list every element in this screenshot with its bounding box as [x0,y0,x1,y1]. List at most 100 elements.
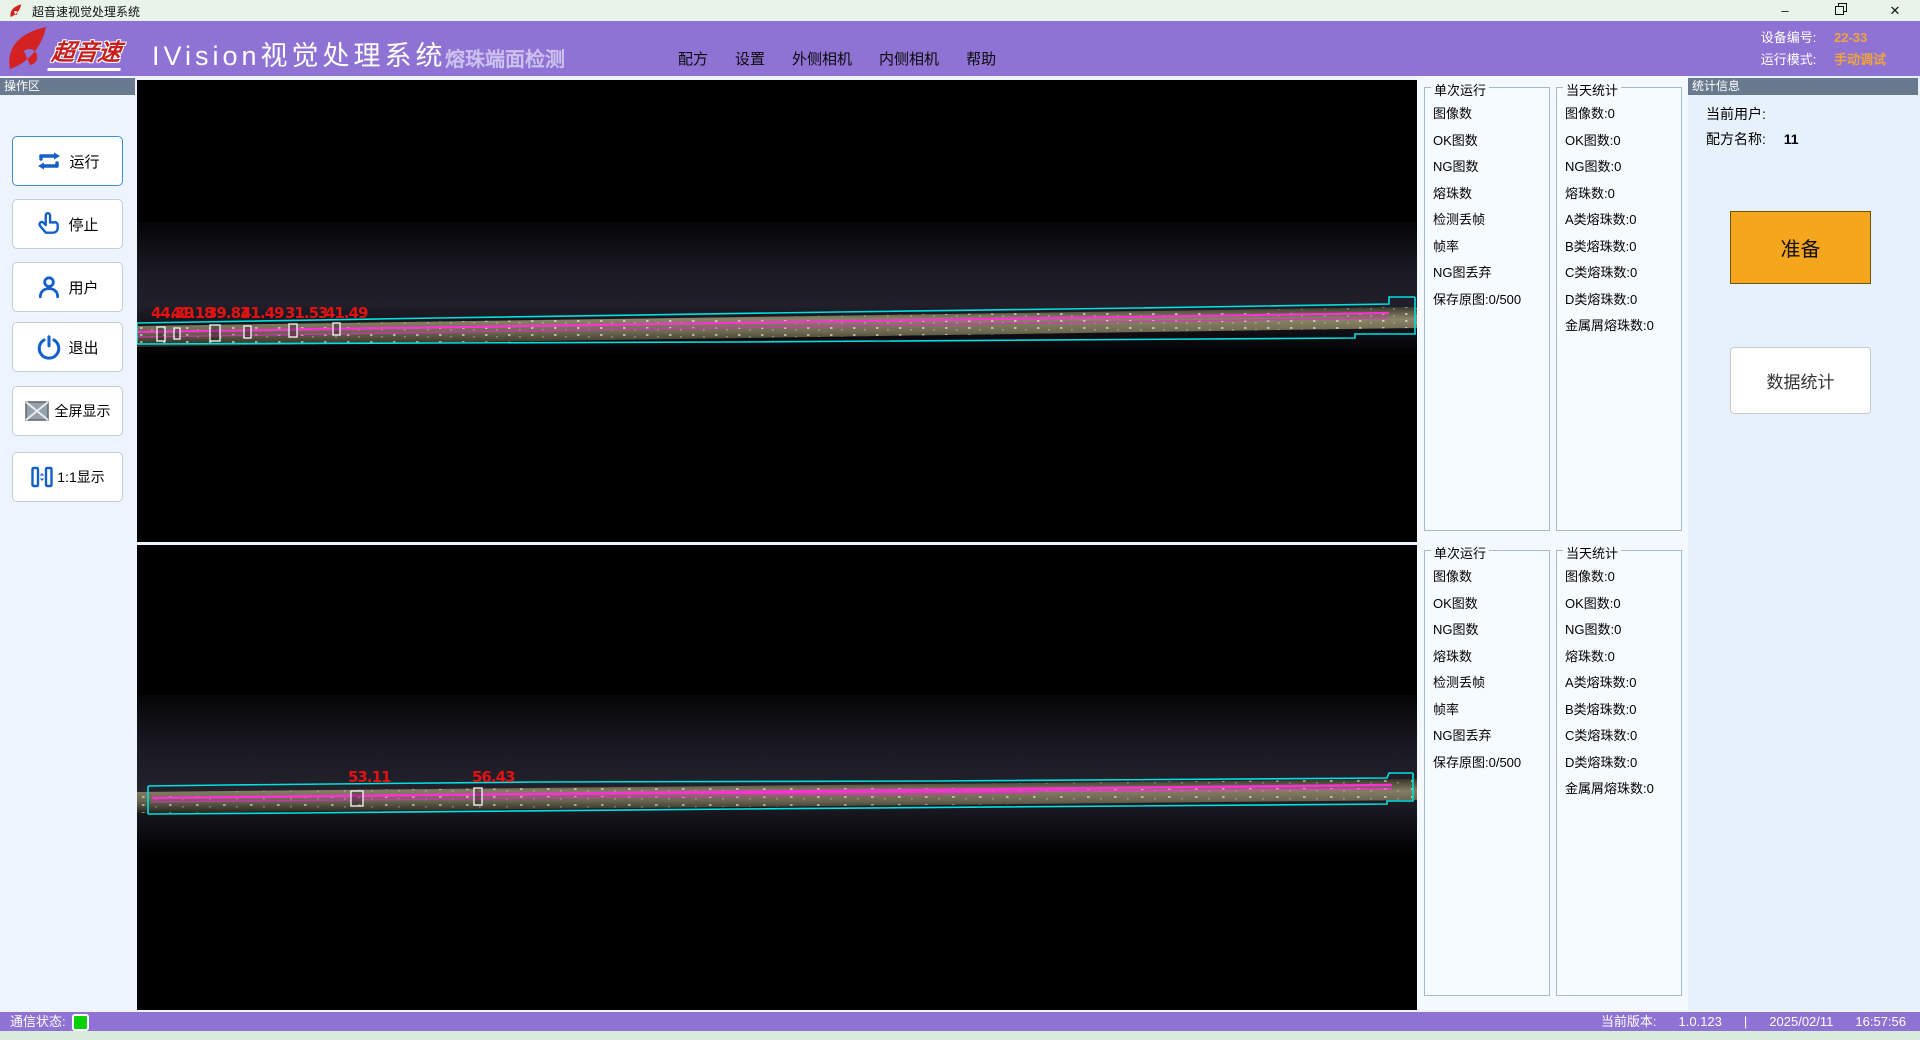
exit-button[interactable]: 退出 [12,322,123,372]
stat-row: 图像数:0 [1565,101,1679,128]
measurement-labels: 44.3941.1839.8341.4931.5341.49 [137,80,1417,542]
stat-row: A类熔珠数:0 [1565,670,1679,697]
one-to-one-icon [30,465,54,489]
device-id-value: 22-33 [1834,27,1906,49]
main-menu: 配方 设置 外侧相机 内侧相机 帮助 [678,48,1023,69]
menu-item[interactable]: 内侧相机 [879,48,939,69]
stat-row: NG图丢弃 [1433,260,1547,287]
groupbox-title: 当天统计 [1563,80,1621,99]
restore-button[interactable] [1824,0,1858,21]
stat-row: NG图数:0 [1565,154,1679,181]
version-label: 当前版本: [1601,1014,1657,1029]
menu-item[interactable]: 外侧相机 [792,48,852,69]
stat-row: 图像数 [1433,101,1547,128]
stat-row: 图像数 [1433,564,1547,591]
statistics-area: 单次运行 图像数OK图数NG图数熔珠数检测丢帧帧率NG图丢弃保存原图:0/500… [1417,76,1688,1010]
single-run-groupbox-top: 单次运行 图像数OK图数NG图数熔珠数检测丢帧帧率NG图丢弃保存原图:0/500 [1424,87,1550,531]
groupbox-title: 单次运行 [1431,543,1489,562]
status-date: 2025/02/11 [1769,1014,1833,1029]
stat-row: OK图数:0 [1565,128,1679,155]
stop-button[interactable]: 停止 [12,199,123,249]
header-bar: 超音速 IVision视觉处理系统 熔珠端面检测 配方设置外侧相机内侧相机帮助 … [0,21,1920,76]
stat-row: D类熔珠数:0 [1565,750,1679,777]
one-to-one-button[interactable]: 1:1显示 [12,452,123,502]
groupbox-title: 单次运行 [1431,80,1489,99]
bottom-strip [0,1031,1920,1040]
app-title: IVision视觉处理系统 [152,34,447,73]
stat-row: 金属屑熔珠数:0 [1565,776,1679,803]
stat-row: C类熔珠数:0 [1565,260,1679,287]
stat-row: 熔珠数:0 [1565,181,1679,208]
stat-row: 检测丢帧 [1433,207,1547,234]
sidebar-caption: 操作区 [0,78,135,95]
data-statistics-button[interactable]: 数据统计 [1730,347,1871,414]
inner-camera-view: 53.11 56.43 [137,545,1417,1010]
comm-status-label: 通信状态: [10,1012,66,1031]
measurement-value: 53.11 [348,768,390,786]
brand-swoosh-icon [4,25,52,73]
stat-row: NG图数 [1433,617,1547,644]
user-icon [36,274,62,300]
measurement-value: 41.49 [241,304,283,322]
status-bar: 通信状态: 当前版本: 1.0.123 | 2025/02/11 16:57:56 [0,1012,1920,1031]
stop-button-label: 停止 [68,214,98,235]
header-device-info: 设备编号: 22-33 运行模式: 手动调试 [1761,27,1906,71]
title-bar: 超音速视觉处理系统 – ✕ [0,0,1920,21]
fullscreen-button[interactable]: 全屏显示 [12,386,123,436]
brand-logo-text: 超音速 [47,33,125,71]
app-logo-icon [8,3,24,19]
minimize-button[interactable]: – [1768,0,1802,21]
stat-row: 保存原图:0/500 [1433,287,1547,314]
measurement-value: 56.43 [472,768,514,786]
recipe-label: 配方名称: [1706,131,1766,147]
menu-item[interactable]: 设置 [735,48,765,69]
stat-row: 帧率 [1433,234,1547,261]
version-value: 1.0.123 [1679,1014,1722,1029]
daily-groupbox-top: 当天统计 图像数:0OK图数:0NG图数:0熔珠数:0A类熔珠数:0B类熔珠数:… [1556,87,1682,531]
groupbox-title: 当天统计 [1563,543,1621,562]
stat-row: NG图数 [1433,154,1547,181]
close-button[interactable]: ✕ [1878,0,1912,21]
measurement-value: 41.49 [325,304,367,322]
app-window: 超音速视觉处理系统 – ✕ 超音速 IVision视觉处理系统 熔珠端面检测 配… [0,0,1920,1040]
stat-row: A类熔珠数:0 [1565,207,1679,234]
fullscreen-icon [25,401,49,421]
user-button-label: 用户 [68,277,98,298]
stat-row: 熔珠数 [1433,181,1547,208]
exit-button-label: 退出 [68,337,98,358]
stat-row: OK图数 [1433,591,1547,618]
user-button[interactable]: 用户 [12,262,123,312]
one-to-one-button-label: 1:1显示 [57,467,104,487]
stop-hand-icon [36,211,62,237]
run-button[interactable]: 运行 [12,136,123,186]
run-mode-label: 运行模式: [1761,52,1817,67]
ready-button[interactable]: 准备 [1730,211,1871,284]
stat-row: OK图数 [1433,128,1547,155]
daily-groupbox-bottom: 当天统计 图像数:0OK图数:0NG图数:0熔珠数:0A类熔珠数:0B类熔珠数:… [1556,550,1682,996]
restore-icon [1835,3,1847,15]
measurement-value: 31.53 [285,304,327,322]
run-button-label: 运行 [69,151,99,172]
page-subtitle: 熔珠端面检测 [445,43,565,72]
menu-item[interactable]: 配方 [678,48,708,69]
power-icon [36,334,62,360]
measurement-labels: 53.11 56.43 [137,545,1417,1010]
single-run-groupbox-bottom: 单次运行 图像数OK图数NG图数熔珠数检测丢帧帧率NG图丢弃保存原图:0/500 [1424,550,1550,996]
stat-row: B类熔珠数:0 [1565,234,1679,261]
fullscreen-button-label: 全屏显示 [55,401,111,421]
run-mode-value: 手动调试 [1834,49,1906,71]
stat-row: 熔珠数:0 [1565,644,1679,671]
menu-item[interactable]: 帮助 [966,48,996,69]
stat-row: 金属屑熔珠数:0 [1565,313,1679,340]
statistics-info-panel: 统计信息 当前用户: 配方名称: 11 准备 数据统计 [1688,76,1920,1010]
window-title: 超音速视觉处理系统 [32,3,140,20]
current-user-row: 当前用户: [1706,104,1766,124]
status-time: 16:57:56 [1855,1014,1906,1029]
status-separator: | [1744,1014,1747,1029]
outer-camera-view: 44.3941.1839.8341.4931.5341.49 [137,80,1417,542]
status-bar-right: 当前版本: 1.0.123 | 2025/02/11 16:57:56 [1579,1012,1906,1031]
stat-row: 保存原图:0/500 [1433,750,1547,777]
operation-sidebar: 操作区 运行 停止 用户 [0,76,137,1010]
stat-row: 图像数:0 [1565,564,1679,591]
stat-row: B类熔珠数:0 [1565,697,1679,724]
